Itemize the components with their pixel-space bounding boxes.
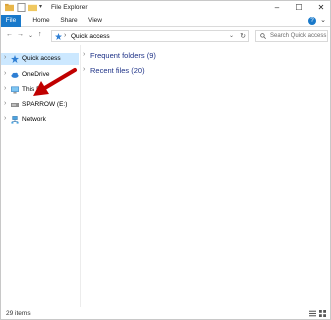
maximize-button[interactable]: ☐ (288, 1, 310, 15)
tab-file[interactable]: File (1, 15, 21, 27)
sidebar-item-sparrow-drive[interactable]: › SPARROW (E:) (1, 99, 79, 111)
back-icon[interactable]: ← (6, 31, 13, 38)
new-folder-icon[interactable] (28, 3, 37, 12)
sidebar-item-label: Quick access (22, 55, 61, 62)
tab-share[interactable]: Share (57, 15, 81, 27)
expand-icon[interactable]: › (4, 100, 6, 107)
chevron-right-icon[interactable]: › (83, 66, 85, 73)
sidebar-item-quick-access[interactable]: › Quick access (1, 53, 79, 65)
chevron-right-icon[interactable]: › (83, 51, 85, 58)
group-header: Recent files (20) (90, 66, 145, 75)
content-pane: › Frequent folders (9) › Recent files (2… (82, 45, 330, 307)
tab-home[interactable]: Home (29, 15, 53, 27)
large-icons-view-icon[interactable] (319, 310, 326, 317)
sidebar-item-label: SPARROW (E:) (22, 101, 68, 108)
folder-app-icon (5, 3, 14, 12)
computer-icon (11, 86, 19, 94)
address-bar[interactable]: › Quick access ⌄ ↻ (51, 30, 249, 42)
title-bar: ▾ File Explorer – ☐ ✕ (1, 1, 330, 15)
refresh-icon[interactable]: ↻ (240, 32, 246, 40)
search-icon (260, 33, 266, 39)
file-explorer-window: ▾ File Explorer – ☐ ✕ File Home Share Vi… (0, 0, 331, 320)
minimize-button[interactable]: – (266, 1, 288, 15)
tab-view[interactable]: View (85, 15, 105, 27)
forward-icon[interactable]: → (17, 31, 24, 38)
ribbon-tabs: File Home Share View ⌄ ? (1, 15, 330, 27)
expand-icon[interactable]: › (4, 54, 6, 61)
status-bar: 29 items (1, 307, 330, 320)
breadcrumb[interactable]: Quick access (71, 33, 110, 40)
address-row: ← → ⌄ ↑ › Quick access ⌄ ↻ Search Quick … (1, 28, 330, 44)
address-dropdown-icon[interactable]: ⌄ (229, 32, 234, 39)
sidebar-item-network[interactable]: › Network (1, 114, 79, 126)
item-count: 29 items (6, 310, 31, 317)
navigation-pane: › Quick access › OneDrive › This PC › SP… (1, 45, 81, 307)
window-title: File Explorer (51, 4, 88, 11)
details-view-icon[interactable] (309, 310, 316, 317)
drive-icon (11, 103, 19, 107)
breadcrumb-separator-icon[interactable]: › (64, 32, 66, 39)
red-arrow-annotation (33, 68, 77, 96)
group-frequent-folders[interactable]: › Frequent folders (9) (82, 50, 182, 62)
network-icon (11, 116, 19, 124)
search-placeholder: Search Quick access (270, 33, 327, 39)
quick-access-toolbar-dropdown-icon[interactable]: ▾ (39, 3, 42, 10)
star-icon (11, 55, 19, 63)
group-header: Frequent folders (9) (90, 51, 156, 60)
expand-icon[interactable]: › (4, 85, 6, 92)
expand-icon[interactable]: › (4, 115, 6, 122)
recent-locations-icon[interactable]: ⌄ (28, 32, 33, 39)
star-icon (55, 33, 62, 40)
help-icon[interactable]: ? (308, 17, 316, 25)
expand-icon[interactable]: › (4, 70, 6, 77)
up-icon[interactable]: ↑ (38, 31, 42, 38)
sidebar-item-label: Network (22, 116, 46, 123)
group-recent-files[interactable]: › Recent files (20) (82, 65, 182, 77)
expand-ribbon-icon[interactable]: ⌄ (320, 16, 326, 24)
search-input[interactable]: Search Quick access (255, 30, 328, 42)
cloud-icon (11, 72, 19, 78)
properties-icon[interactable] (17, 3, 26, 12)
close-button[interactable]: ✕ (310, 1, 331, 15)
